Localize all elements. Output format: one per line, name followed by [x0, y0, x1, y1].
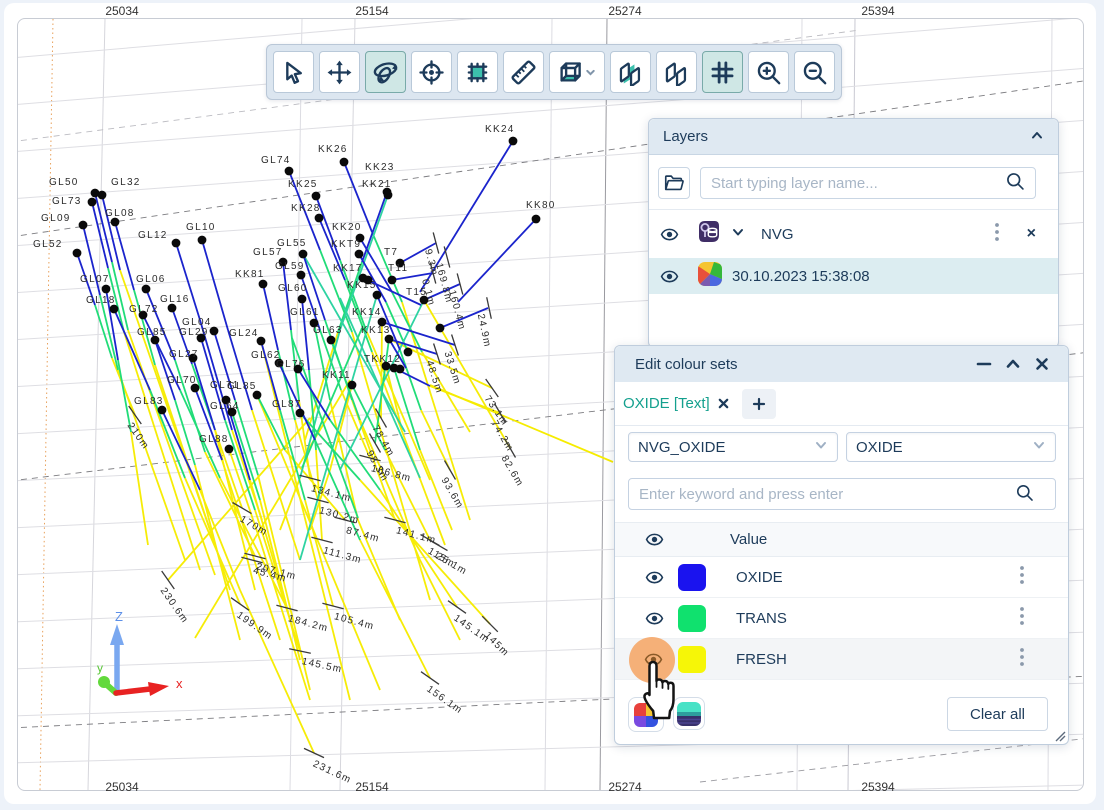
svg-text:GL59: GL59 [275, 261, 305, 272]
svg-text:25.1m: 25.1m [434, 551, 469, 578]
svg-text:82.6m: 82.6m [499, 454, 526, 489]
svg-text:T11: T11 [388, 263, 408, 274]
svg-text:74.2m: 74.2m [489, 419, 516, 454]
svg-text:GL74: GL74 [261, 155, 291, 166]
svg-text:25034: 25034 [105, 780, 139, 794]
svg-text:210m: 210m [125, 421, 151, 452]
svg-text:GL73: GL73 [52, 196, 82, 207]
svg-text:KK23: KK23 [365, 162, 395, 173]
svg-text:GL29: GL29 [179, 327, 209, 338]
svg-text:GL07: GL07 [80, 274, 110, 285]
svg-text:KKT9: KKT9 [331, 239, 361, 250]
svg-text:GL60: GL60 [278, 283, 308, 294]
svg-text:KK28: KK28 [291, 203, 321, 214]
svg-text:GL61: GL61 [290, 307, 320, 318]
svg-text:GL57: GL57 [253, 247, 283, 258]
svg-text:24.9m: 24.9m [475, 313, 493, 349]
svg-text:GL88: GL88 [199, 434, 229, 445]
svg-text:Z: Z [115, 609, 123, 624]
svg-text:T7: T7 [384, 247, 398, 258]
svg-text:GL10: GL10 [186, 222, 216, 233]
svg-text:111.3m: 111.3m [322, 545, 363, 566]
svg-text:GL87: GL87 [272, 399, 302, 410]
svg-text:145.5m: 145.5m [301, 656, 344, 675]
svg-text:GL06: GL06 [136, 274, 166, 285]
svg-text:GL52: GL52 [33, 239, 63, 250]
svg-text:GL70: GL70 [167, 375, 197, 386]
svg-text:KK11: KK11 [322, 370, 351, 381]
svg-text:KK15: KK15 [347, 280, 377, 291]
svg-text:GL71: GL71 [210, 380, 240, 391]
svg-text:KK26: KK26 [318, 144, 348, 155]
svg-text:25394: 25394 [861, 780, 895, 794]
svg-text:GL85: GL85 [137, 327, 167, 338]
svg-text:KK17: KK17 [333, 263, 363, 274]
svg-text:25274: 25274 [608, 780, 642, 794]
svg-text:199.9m: 199.9m [234, 610, 274, 643]
svg-text:KK13: KK13 [361, 325, 391, 336]
svg-text:GL08: GL08 [105, 208, 135, 219]
svg-text:KK25: KK25 [288, 179, 318, 190]
svg-text:GL27: GL27 [169, 349, 199, 360]
svg-text:GL50: GL50 [49, 177, 79, 188]
svg-text:KK20: KK20 [332, 222, 362, 233]
svg-text:25154: 25154 [355, 780, 389, 794]
svg-text:KK80: KK80 [526, 200, 556, 211]
svg-text:GL18: GL18 [86, 295, 116, 306]
svg-text:GL63: GL63 [313, 325, 343, 336]
svg-text:GL32: GL32 [111, 177, 141, 188]
svg-text:25034: 25034 [105, 4, 139, 18]
svg-text:GL24: GL24 [229, 328, 259, 339]
svg-text:T15: T15 [406, 287, 427, 298]
svg-text:GL83: GL83 [134, 396, 164, 407]
svg-text:GL72: GL72 [129, 304, 159, 315]
svg-text:x: x [176, 676, 183, 691]
svg-text:25274: 25274 [608, 4, 642, 18]
svg-text:GL16: GL16 [160, 294, 190, 305]
svg-text:230.6m: 230.6m [158, 586, 191, 626]
svg-text:87.4m: 87.4m [345, 525, 381, 545]
svg-text:GL09: GL09 [41, 213, 71, 224]
svg-text:GL12: GL12 [138, 230, 168, 241]
svg-text:231.6m: 231.6m [311, 759, 353, 786]
svg-text:145m: 145m [482, 630, 511, 659]
svg-text:y: y [97, 661, 103, 675]
svg-text:KK24: KK24 [485, 124, 515, 135]
svg-text:GL76: GL76 [276, 359, 306, 370]
svg-text:33.5m: 33.5m [442, 350, 463, 386]
svg-text:KK21: KK21 [362, 179, 392, 190]
svg-text:GL64: GL64 [210, 401, 240, 412]
svg-text:25154: 25154 [355, 4, 389, 18]
svg-text:KK14: KK14 [352, 307, 382, 318]
svg-text:156.1m: 156.1m [424, 684, 464, 717]
svg-text:KK81: KK81 [235, 269, 265, 280]
svg-text:25394: 25394 [861, 4, 895, 18]
